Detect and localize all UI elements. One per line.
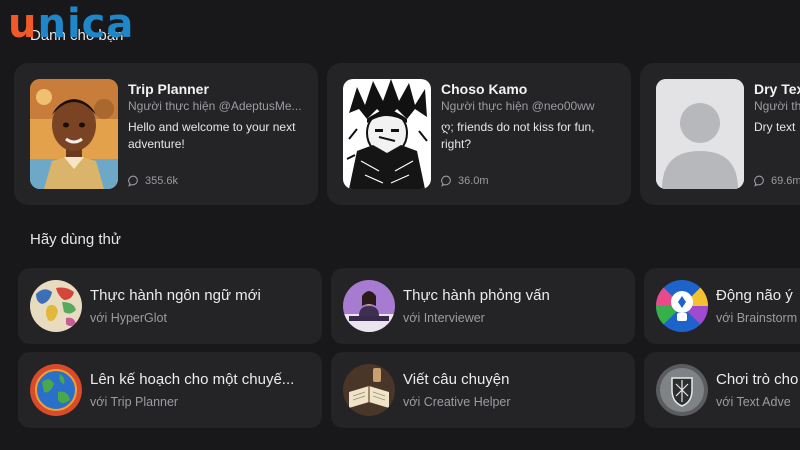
task-title: Động não ý — [716, 287, 793, 304]
character-card-dry-text[interactable]: Dry Tex Người th Dry text 69.6m — [640, 63, 800, 205]
character-name: Dry Tex — [754, 81, 800, 97]
chat-bubble-icon — [441, 175, 451, 187]
task-subtitle: với Brainstorm — [716, 311, 798, 325]
character-greeting: Hello and welcome to your next adventure… — [128, 120, 296, 151]
task-card-language-practice[interactable]: Thực hành ngôn ngữ mới với HyperGlot — [18, 268, 322, 344]
notebook-icon — [343, 364, 395, 416]
chat-count: 355.6k — [128, 175, 178, 187]
world-map-icon — [30, 280, 82, 332]
task-subtitle: với Trip Planner — [90, 395, 179, 409]
task-title: Thực hành phỏng vấn — [403, 287, 550, 304]
task-title: Lên kế hoạch cho một chuyế... — [90, 371, 295, 388]
chat-bubble-icon — [754, 175, 764, 187]
character-avatar — [343, 79, 431, 189]
task-card-write-story[interactable]: Viết câu chuyện với Creative Helper — [331, 352, 635, 428]
task-subtitle: với HyperGlot — [90, 311, 167, 325]
character-greeting: Dry text — [754, 120, 796, 134]
chat-count-value: 355.6k — [145, 175, 179, 187]
character-card-choso-kamo[interactable]: Choso Kamo Người thực hiện @neo00ww ღ; f… — [327, 63, 631, 205]
task-card-brainstorm[interactable]: Động não ý với Brainstorm — [644, 268, 800, 344]
chat-count-value: 69.6m — [771, 175, 800, 187]
character-creator: Người thực hiện @neo00ww — [441, 99, 595, 113]
task-card-plan-trip[interactable]: Lên kế hoạch cho một chuyế... với Trip P… — [18, 352, 322, 428]
character-name: Choso Kamo — [441, 81, 528, 97]
character-avatar — [30, 79, 118, 189]
task-title: Thực hành ngôn ngữ mới — [90, 287, 261, 304]
chat-bubble-icon — [128, 175, 138, 187]
task-title: Chơi trò cho — [716, 371, 799, 388]
task-subtitle: với Interviewer — [403, 311, 485, 325]
task-card-text-adventure[interactable]: Chơi trò cho với Text Adve — [644, 352, 800, 428]
lightbulb-icon — [656, 280, 708, 332]
shield-emblem-icon — [656, 364, 708, 416]
task-card-interview-practice[interactable]: Thực hành phỏng vấn với Interviewer — [331, 268, 635, 344]
section-title-try-it: Hãy dùng thử — [30, 231, 121, 248]
character-card-trip-planner[interactable]: Trip Planner Người thực hiện @AdeptusMe.… — [14, 63, 318, 205]
chat-count-value: 36.0m — [458, 175, 489, 187]
character-avatar-placeholder — [656, 79, 744, 189]
globe-icon — [30, 364, 82, 416]
task-subtitle: với Text Adve — [716, 395, 791, 409]
character-creator: Người th — [754, 99, 800, 113]
character-greeting: ღ; friends do not kiss for fun, right? — [441, 120, 595, 151]
character-creator: Người thực hiện @AdeptusMe... — [128, 99, 302, 113]
character-name: Trip Planner — [128, 81, 209, 97]
interviewer-icon — [343, 280, 395, 332]
chat-count: 69.6m — [754, 175, 800, 187]
logo-letter-u: u — [8, 1, 38, 47]
task-subtitle: với Creative Helper — [403, 395, 511, 409]
chat-count: 36.0m — [441, 175, 489, 187]
logo-text: nica — [37, 1, 135, 47]
unica-logo: u nica — [8, 4, 134, 44]
task-title: Viết câu chuyện — [403, 371, 510, 388]
